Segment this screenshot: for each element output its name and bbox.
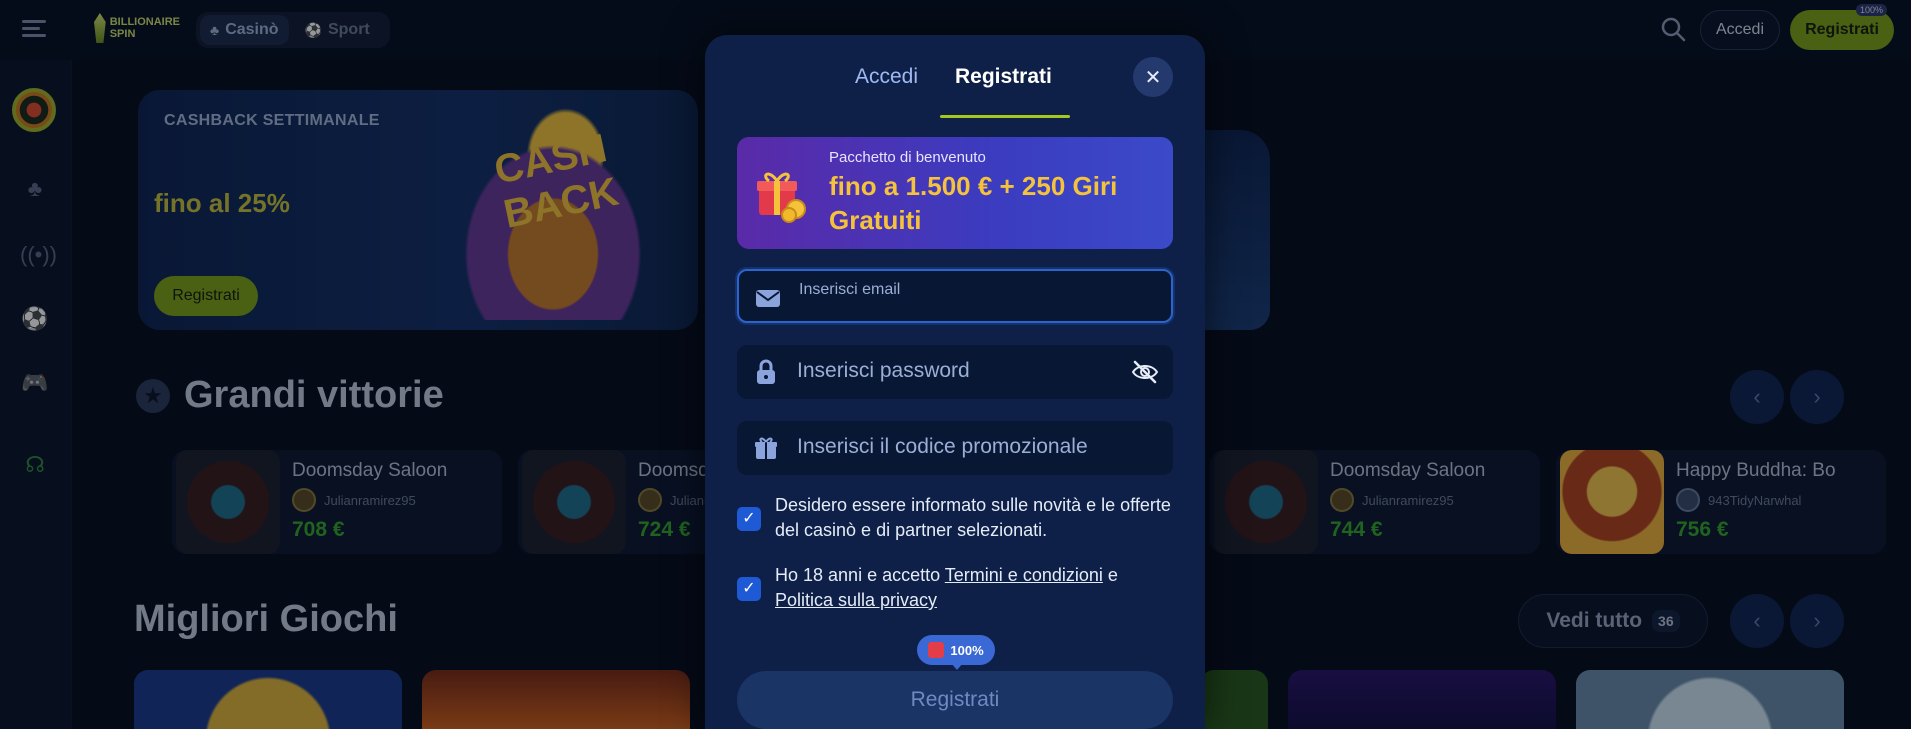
consent-terms-checkbox[interactable]: ✓ — [737, 577, 761, 601]
register-modal: Accedi Registrati ✕ Pacchetto di benvenu… — [705, 35, 1205, 729]
eye-off-icon[interactable] — [1131, 359, 1159, 385]
privacy-link[interactable]: Politica sulla privacy — [775, 590, 937, 610]
gift-icon — [753, 435, 779, 461]
terms-link[interactable]: Termini e condizioni — [945, 565, 1103, 585]
consent-terms-prefix: Ho 18 anni e accetto — [775, 565, 945, 585]
password-placeholder: Inserisci password — [797, 359, 970, 382]
active-tab-indicator — [940, 115, 1070, 118]
bonus-progress-badge: 100% — [917, 635, 995, 670]
welcome-package-banner: Pacchetto di benvenuto fino a 1.500 € + … — [737, 137, 1173, 249]
gift-icon — [928, 642, 945, 658]
consent-news-checkbox[interactable]: ✓ — [737, 507, 761, 531]
bonus-progress-value: 100% — [950, 642, 984, 658]
email-field[interactable]: Inserisci email — [737, 269, 1173, 323]
welcome-offer: fino a 1.500 € + 250 Giri Gratuiti — [829, 171, 1118, 235]
consent-terms-text: Ho 18 anni e accetto Termini e condizion… — [775, 563, 1118, 613]
close-button[interactable]: ✕ — [1133, 57, 1173, 97]
modal-tabs: Accedi Registrati ✕ — [705, 35, 1205, 119]
submit-register-button[interactable]: Registrati — [737, 671, 1173, 729]
envelope-icon — [755, 285, 781, 311]
promo-code-placeholder: Inserisci il codice promozionale — [797, 435, 1088, 458]
gift-box-icon — [757, 172, 806, 223]
promo-code-field[interactable]: Inserisci il codice promozionale — [737, 421, 1173, 475]
close-icon: ✕ — [1144, 66, 1162, 89]
consent-news-text: Desidero essere informato sulle novità e… — [775, 495, 1171, 540]
tab-login[interactable]: Accedi — [855, 65, 918, 89]
consent-terms-joiner: e — [1102, 565, 1118, 585]
consent-news-row: ✓ Desidero essere informato sulle novità… — [737, 493, 1173, 543]
consent-terms-row: ✓ Ho 18 anni e accetto Termini e condizi… — [737, 563, 1173, 613]
lock-icon — [753, 359, 779, 385]
password-field[interactable]: Inserisci password — [737, 345, 1173, 399]
tab-register[interactable]: Registrati — [955, 65, 1052, 89]
email-input[interactable] — [799, 295, 1159, 319]
welcome-label: Pacchetto di benvenuto — [829, 149, 986, 166]
